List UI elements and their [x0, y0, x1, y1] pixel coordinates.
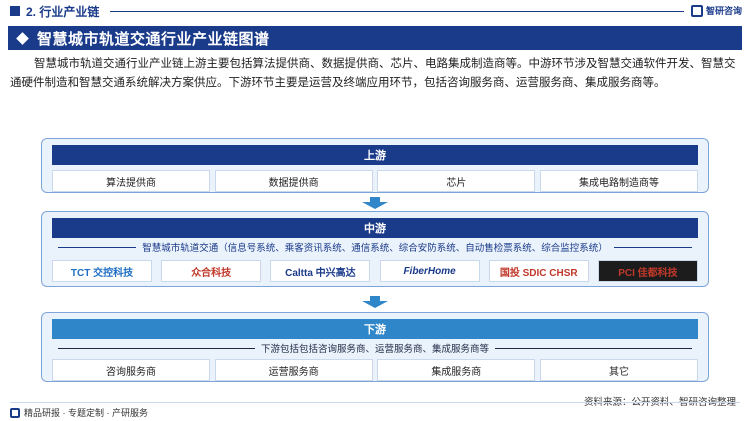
section-title: 2. 行业产业链 — [26, 4, 100, 19]
page-title: 智慧城市轨道交通行业产业链图谱 — [37, 30, 270, 48]
downstream-item: 集成服务商 — [377, 359, 536, 381]
brand-name: 智研咨询 — [705, 6, 742, 16]
footer-logo-icon — [10, 407, 20, 418]
section-square-icon — [10, 6, 20, 16]
header-divider — [110, 11, 684, 12]
footer-brand: 精品研报 · 专题定制 · 产研服务 — [10, 406, 148, 419]
footer-divider — [10, 402, 740, 403]
downstream-header: 下游 — [52, 319, 698, 339]
midstream-subtitle-row: 智慧城市轨道交通（信息号系统、乘客资讯系统、通信系统、综合安防系统、自动售检票系… — [52, 239, 698, 255]
brand-logo: 智研咨询 — [690, 4, 742, 17]
company-logo-unitech: 众合科技 — [161, 260, 262, 282]
down-arrow-icon — [362, 197, 388, 209]
source-note: 资料来源：公开资料、智研咨询整理 — [584, 394, 736, 408]
brand-logo-icon — [690, 4, 703, 17]
downstream-panel: 下游 下游包括包括咨询服务商、运营服务商、集成服务商等 咨询服务商 运营服务商 … — [41, 312, 709, 382]
down-arrow-icon — [362, 296, 388, 308]
downstream-item: 咨询服务商 — [52, 359, 210, 381]
upstream-panel: 上游 算法提供商 数据提供商 芯片 集成电路制造商等 — [41, 138, 709, 193]
title-banner: 智慧城市轨道交通行业产业链图谱 — [8, 26, 742, 50]
midstream-subtitle: 智慧城市轨道交通（信息号系统、乘客资讯系统、通信系统、综合安防系统、自动售检票系… — [142, 243, 608, 254]
company-logo-caltta: Caltta 中兴高达 — [270, 260, 371, 282]
upstream-item: 芯片 — [377, 170, 536, 192]
intro-paragraph: 智慧城市轨道交通行业产业链上游主要包括算法提供商、数据提供商、芯片、电路集成制造… — [10, 58, 736, 89]
downstream-item: 其它 — [539, 359, 698, 381]
downstream-subtitle-row: 下游包括包括咨询服务商、运营服务商、集成服务商等 — [52, 340, 698, 356]
midstream-panel: 中游 智慧城市轨道交通（信息号系统、乘客资讯系统、通信系统、综合安防系统、自动售… — [41, 211, 709, 287]
upstream-header: 上游 — [52, 145, 698, 165]
upstream-item: 数据提供商 — [214, 170, 373, 192]
footer-tagline: 精品研报 · 专题定制 · 产研服务 — [24, 408, 148, 418]
downstream-subtitle: 下游包括包括咨询服务商、运营服务商、集成服务商等 — [261, 344, 490, 355]
company-logo-fiberhome: FiberHome — [379, 260, 480, 282]
diamond-icon — [16, 31, 29, 45]
section-header: 2. 行业产业链 智研咨询 — [0, 0, 750, 22]
upstream-item: 算法提供商 — [52, 170, 210, 192]
company-logo-sdic: 国投 SDIC CHSR — [488, 260, 589, 282]
downstream-item: 运营服务商 — [214, 359, 373, 381]
midstream-header: 中游 — [52, 218, 698, 238]
company-logo-tct: TCT 交控科技 — [52, 260, 152, 282]
upstream-item: 集成电路制造商等 — [539, 170, 698, 192]
company-logo-pci: PCI 佳都科技 — [597, 260, 698, 282]
